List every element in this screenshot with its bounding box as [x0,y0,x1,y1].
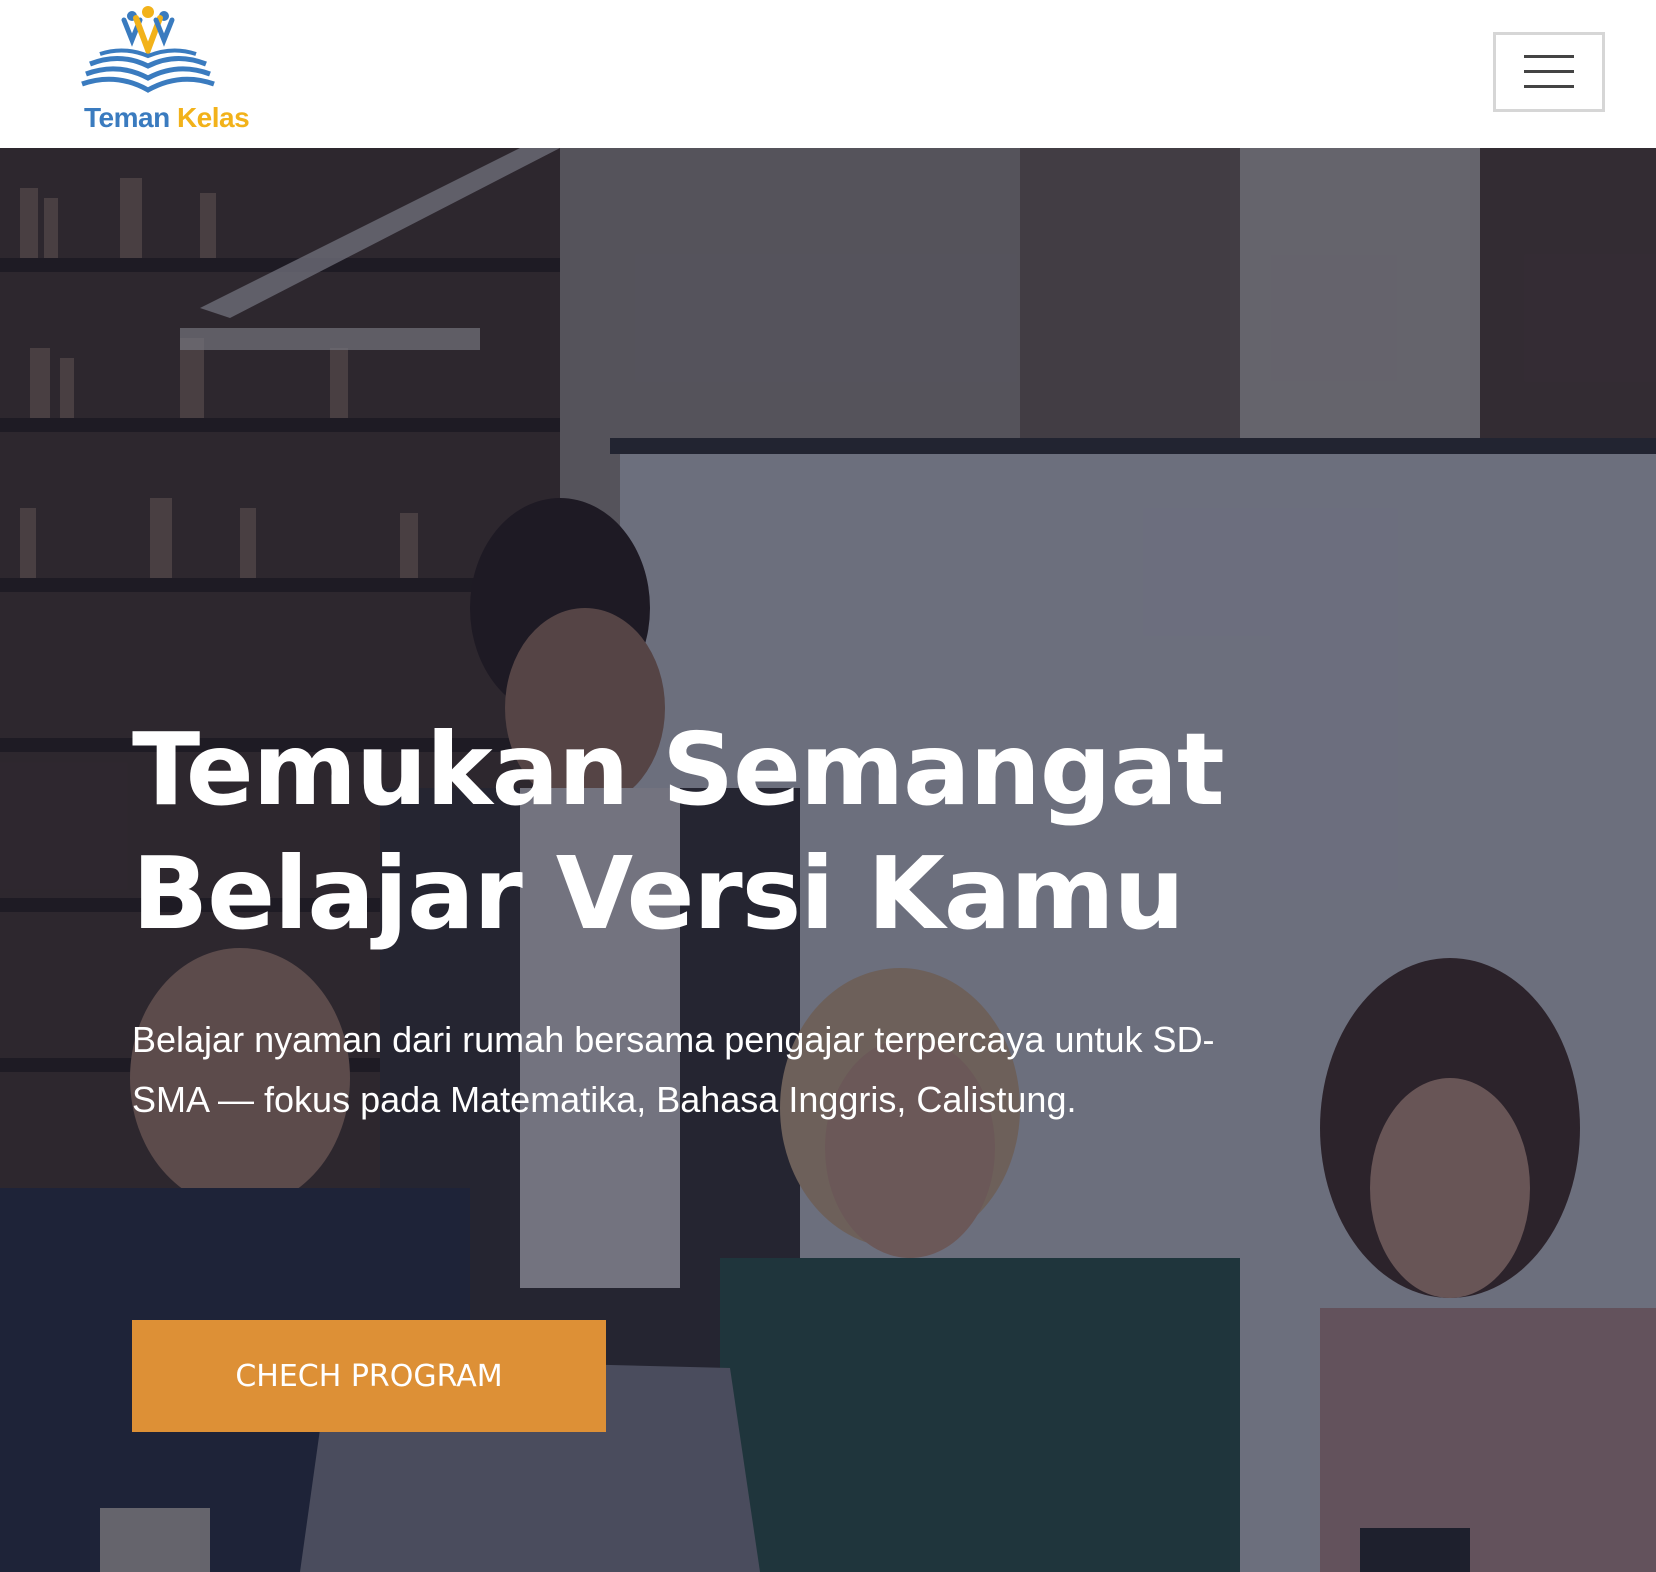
brand-name-part2: Kelas [176,102,250,133]
brand-name: Teman Kelas [84,102,250,134]
hamburger-menu-icon [1524,55,1574,88]
menu-toggle-button[interactable] [1493,32,1605,112]
hero-section: Temukan Semangat Belajar Versi Kamu Bela… [0,148,1656,1572]
brand-name-part1: Teman [84,102,170,133]
open-book-people-icon [81,6,215,93]
hero-content: Temukan Semangat Belajar Versi Kamu Bela… [132,708,1312,1130]
brand-logo[interactable]: Teman Kelas [78,6,250,134]
check-program-button[interactable]: CHECH PROGRAM [132,1320,606,1432]
navbar: Teman Kelas [0,0,1656,148]
hero-subtitle: Belajar nyaman dari rumah bersama pengaj… [132,1019,1215,1120]
hero-title: Temukan Semangat Belajar Versi Kamu [132,711,1225,952]
